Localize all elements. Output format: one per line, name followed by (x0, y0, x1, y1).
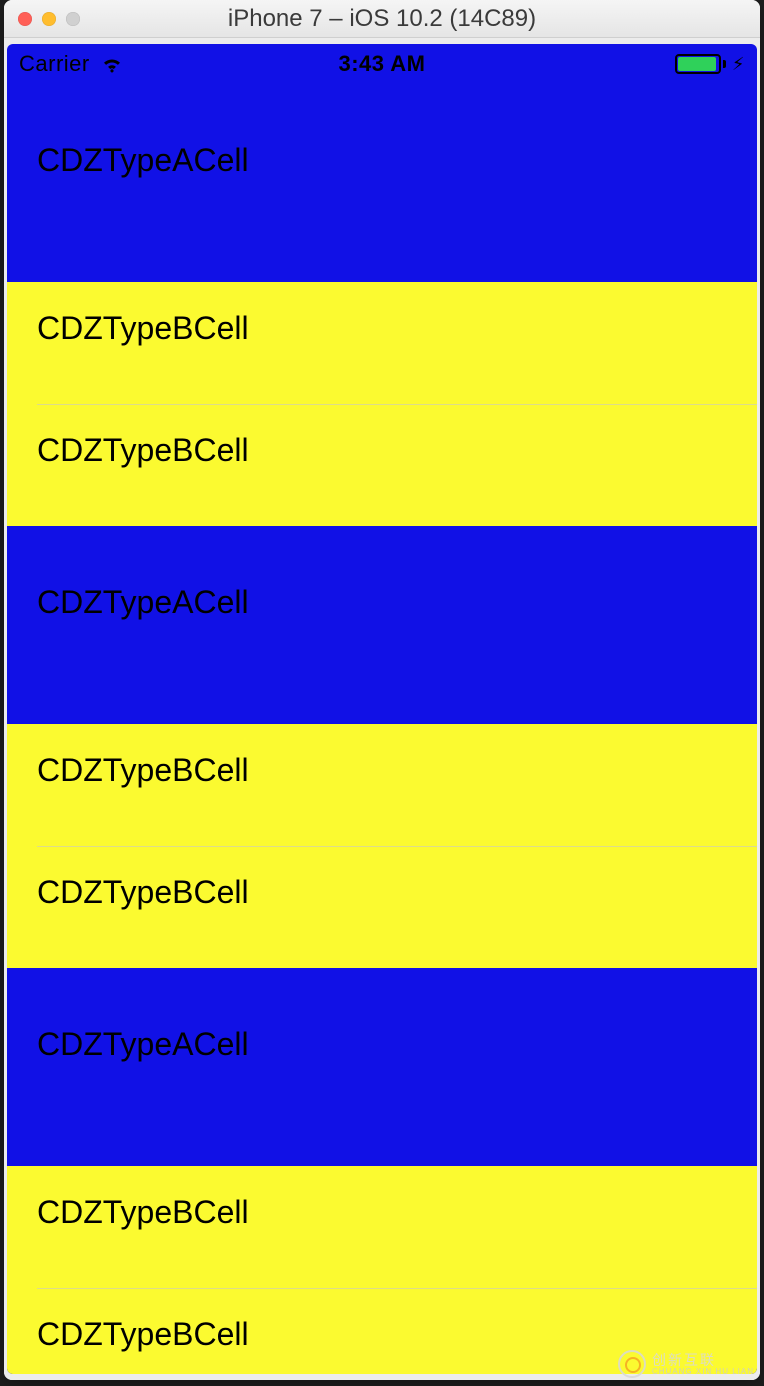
cell-label: CDZTypeBCell (37, 432, 249, 469)
cell-label: CDZTypeBCell (37, 752, 249, 789)
cell-label: CDZTypeACell (37, 1026, 249, 1063)
cell-label: CDZTypeBCell (37, 1316, 249, 1353)
table-cell-type-b[interactable]: CDZTypeBCell (7, 1166, 757, 1288)
close-window-button[interactable] (18, 12, 32, 26)
wifi-icon (100, 52, 124, 76)
cell-label: CDZTypeBCell (37, 310, 249, 347)
status-bar-right: ⚡︎ (675, 54, 745, 75)
cell-label: CDZTypeACell (37, 142, 249, 179)
table-view[interactable]: CDZTypeACell CDZTypeBCell CDZTypeBCell C… (7, 84, 757, 1374)
window-title: iPhone 7 – iOS 10.2 (14C89) (4, 5, 760, 33)
charging-icon: ⚡︎ (732, 54, 745, 75)
table-cell-type-a[interactable]: CDZTypeACell (7, 968, 757, 1166)
minimize-window-button[interactable] (42, 12, 56, 26)
cell-label: CDZTypeBCell (37, 874, 249, 911)
device-screen[interactable]: Carrier 3:43 AM ⚡︎ (7, 44, 757, 1374)
table-cell-type-b[interactable]: CDZTypeBCell (7, 282, 757, 404)
status-bar-left: Carrier (19, 51, 124, 77)
table-cell-type-b[interactable]: CDZTypeBCell (7, 846, 757, 968)
window-titlebar[interactable]: iPhone 7 – iOS 10.2 (14C89) (4, 0, 760, 38)
cell-label: CDZTypeACell (37, 584, 249, 621)
ios-status-bar: Carrier 3:43 AM ⚡︎ (7, 44, 757, 84)
zoom-window-button (66, 12, 80, 26)
carrier-label: Carrier (19, 51, 90, 77)
table-cell-type-a[interactable]: CDZTypeACell (7, 526, 757, 724)
simulator-device-area: Carrier 3:43 AM ⚡︎ (4, 38, 760, 1380)
table-cell-type-a[interactable]: CDZTypeACell (7, 84, 757, 282)
table-cell-type-b[interactable]: CDZTypeBCell (7, 404, 757, 526)
cell-label: CDZTypeBCell (37, 1194, 249, 1231)
table-cell-type-b[interactable]: CDZTypeBCell (7, 1288, 757, 1374)
battery-icon (675, 54, 726, 74)
table-cell-type-b[interactable]: CDZTypeBCell (7, 724, 757, 846)
traffic-lights (4, 12, 80, 26)
simulator-window: iPhone 7 – iOS 10.2 (14C89) Carrier 3:43… (4, 0, 760, 1380)
